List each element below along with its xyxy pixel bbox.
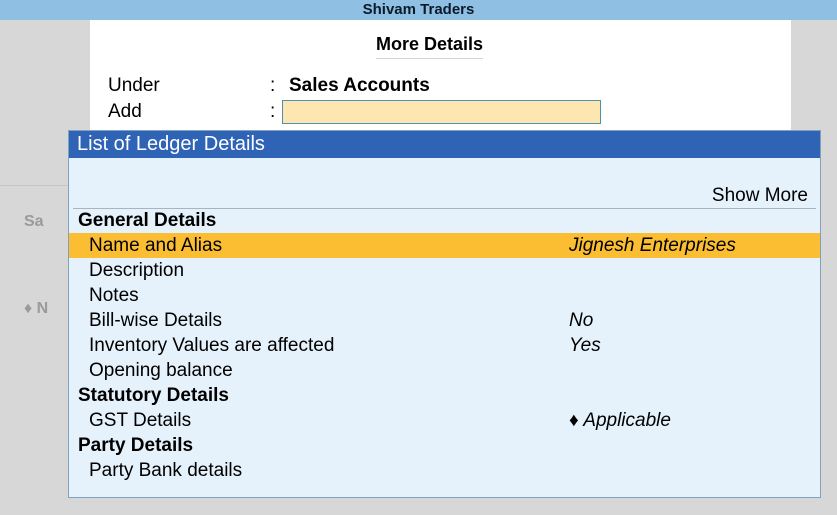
list-item-label: Party Bank details: [89, 460, 243, 481]
under-value[interactable]: Sales Accounts: [289, 75, 430, 97]
list-item-label: Name and Alias: [89, 235, 223, 256]
section-general-details: General Details: [78, 210, 217, 231]
more-details-panel: More Details Under : Sales Accounts Add …: [90, 20, 791, 130]
window-title: Shivam Traders: [0, 0, 837, 20]
list-item-bill-wise-details[interactable]: Bill-wise Details No: [69, 308, 820, 333]
section-party-details: Party Details: [78, 435, 194, 456]
list-item-label: GST Details: [89, 410, 192, 431]
more-details-title: More Details: [376, 34, 484, 59]
list-item-description[interactable]: Description: [69, 258, 820, 283]
under-colon: :: [270, 75, 276, 96]
list-item-value: Jignesh Enterprises: [569, 235, 736, 256]
list-item-label: Notes: [89, 285, 139, 306]
background-text: Sa: [24, 213, 44, 230]
list-item-inventory-values[interactable]: Inventory Values are affected Yes: [69, 333, 820, 358]
background-text: ♦ N: [24, 300, 49, 317]
list-item-label: Description: [89, 260, 185, 281]
list-item-label: Inventory Values are affected: [89, 335, 335, 356]
under-label: Under: [108, 75, 160, 96]
list-item-label: Bill-wise Details: [89, 310, 223, 331]
show-more-button[interactable]: Show More: [712, 185, 808, 207]
section-statutory-details: Statutory Details: [78, 385, 229, 406]
list-item-value: Yes: [569, 335, 601, 356]
add-label: Add: [108, 101, 142, 122]
list-title: List of Ledger Details: [69, 131, 820, 158]
add-input[interactable]: [282, 100, 601, 124]
ledger-details-list: List of Ledger Details Show More General…: [68, 130, 821, 498]
list-item-opening-balance[interactable]: Opening balance: [69, 358, 820, 383]
list-item-notes[interactable]: Notes: [69, 283, 820, 308]
list-item-gst-details[interactable]: GST Details ♦ Applicable: [69, 408, 820, 433]
list-item-name-and-alias[interactable]: Name and Alias Jignesh Enterprises: [69, 233, 820, 258]
list-item-value: No: [569, 310, 594, 331]
list-item-label: Opening balance: [89, 360, 233, 381]
list-item-party-bank-details[interactable]: Party Bank details: [69, 458, 820, 483]
list-item-value: ♦ Applicable: [569, 410, 671, 431]
add-colon: :: [270, 101, 276, 122]
